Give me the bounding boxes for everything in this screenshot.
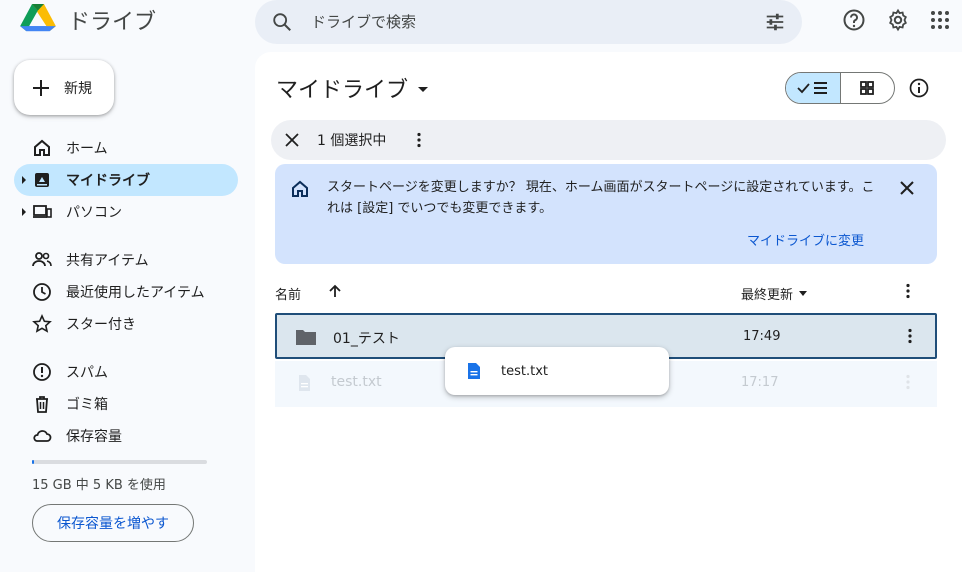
sidebar-item-label: スター付き bbox=[66, 317, 136, 333]
title-dropdown-icon bbox=[418, 87, 429, 92]
close-icon[interactable] bbox=[899, 180, 915, 196]
more-options-icon[interactable] bbox=[899, 373, 917, 391]
sort-arrow-up-icon[interactable] bbox=[327, 283, 343, 299]
selection-count: 1 個選択中 bbox=[317, 133, 387, 149]
column-name[interactable]: 名前 bbox=[275, 284, 301, 303]
help-icon[interactable] bbox=[842, 8, 866, 32]
search-input[interactable] bbox=[311, 13, 764, 31]
drive-logo[interactable]: ドライブ bbox=[20, 4, 156, 36]
folder-icon bbox=[296, 330, 316, 345]
sidebar-item-label: ホーム bbox=[66, 141, 108, 157]
info-icon[interactable] bbox=[909, 78, 929, 98]
more-options-icon[interactable] bbox=[901, 327, 919, 345]
sidebar-item-label: 保存容量 bbox=[66, 429, 122, 445]
sidebar-item-recent[interactable]: 最近使用したアイテム bbox=[14, 276, 238, 308]
change-to-my-drive-button[interactable]: マイドライブに変更 bbox=[747, 230, 864, 249]
file-list-header: 名前 最終更新 bbox=[275, 278, 937, 306]
trash-icon bbox=[36, 396, 48, 413]
drive-logo-icon bbox=[20, 4, 56, 32]
more-actions-icon[interactable] bbox=[410, 131, 428, 149]
home-icon bbox=[34, 139, 50, 156]
home-icon bbox=[292, 180, 308, 197]
column-modified[interactable]: 最終更新 bbox=[741, 284, 808, 303]
sidebar-item-computers[interactable]: パソコン bbox=[14, 196, 238, 228]
document-icon bbox=[299, 375, 310, 391]
sidebar-item-trash[interactable]: ゴミ箱 bbox=[14, 388, 238, 420]
expand-caret-icon[interactable] bbox=[22, 208, 26, 216]
storage-usage-fill bbox=[32, 460, 34, 464]
selection-toolbar: 1 個選択中 bbox=[271, 120, 946, 160]
sidebar-item-starred[interactable]: スター付き bbox=[14, 308, 238, 340]
apps-grid-icon[interactable] bbox=[928, 8, 952, 32]
settings-icon[interactable] bbox=[886, 8, 910, 32]
drag-file-name: test.txt bbox=[501, 363, 548, 379]
sidebar-item-label: パソコン bbox=[66, 205, 122, 221]
column-modified-label: 最終更新 bbox=[741, 288, 794, 303]
new-button[interactable]: 新規 bbox=[14, 60, 114, 115]
sidebar-item-my-drive[interactable]: マイドライブ bbox=[14, 164, 238, 196]
expand-caret-icon[interactable] bbox=[22, 176, 26, 184]
computer-icon bbox=[33, 205, 52, 218]
sidebar-item-storage[interactable]: 保存容量 bbox=[14, 420, 238, 452]
check-list-icon bbox=[797, 82, 827, 94]
grid-icon bbox=[860, 81, 875, 95]
storage-usage-text: 15 GB 中 5 KB を使用 bbox=[32, 478, 166, 493]
banner-message: スタートページを変更しますか？ 現在、ホーム画面がスタートページに設定されていま… bbox=[327, 180, 875, 216]
file-modified: 17:49 bbox=[743, 329, 781, 344]
list-view-button[interactable] bbox=[786, 73, 841, 103]
page-title-text: マイドライブ bbox=[276, 78, 409, 103]
document-icon bbox=[468, 363, 480, 379]
sidebar-item-label: 共有アイテム bbox=[66, 253, 149, 269]
spam-icon bbox=[33, 363, 51, 381]
sidebar-item-label: マイドライブ bbox=[66, 173, 150, 189]
sidebar-item-label: スパム bbox=[66, 365, 108, 381]
get-more-storage-button[interactable]: 保存容量を増やす bbox=[32, 504, 194, 542]
grid-view-button[interactable] bbox=[841, 73, 895, 103]
star-icon bbox=[32, 314, 52, 333]
sidebar-item-label: ゴミ箱 bbox=[66, 397, 108, 413]
my-drive-icon bbox=[35, 173, 49, 187]
sidebar-item-home[interactable]: ホーム bbox=[14, 132, 238, 164]
view-toggle bbox=[785, 72, 895, 104]
storage-usage-bar bbox=[32, 460, 207, 464]
app-name: ドライブ bbox=[68, 10, 157, 35]
clock-icon bbox=[33, 283, 51, 301]
page-title[interactable]: マイドライブ bbox=[276, 72, 429, 104]
file-name: 01_テスト bbox=[333, 331, 400, 347]
shared-icon bbox=[32, 252, 52, 267]
more-options-icon[interactable] bbox=[899, 282, 917, 300]
search-icon[interactable] bbox=[271, 11, 293, 33]
sidebar-item-spam[interactable]: スパム bbox=[14, 356, 238, 388]
cloud-icon bbox=[33, 430, 52, 442]
search-bar[interactable] bbox=[255, 0, 802, 44]
start-page-banner: スタートページを変更しますか？ 現在、ホーム画面がスタートページに設定されていま… bbox=[275, 164, 937, 264]
file-modified: 17:17 bbox=[741, 375, 779, 390]
sidebar-item-shared[interactable]: 共有アイテム bbox=[14, 244, 238, 276]
file-name: test.txt bbox=[331, 374, 382, 390]
drag-preview-chip[interactable]: test.txt bbox=[445, 347, 669, 395]
chevron-down-icon bbox=[799, 291, 808, 296]
plus-icon bbox=[33, 79, 49, 96]
search-options-icon[interactable] bbox=[764, 11, 786, 33]
main-content: マイドライブ 1 個選択中 スタートページを変更しますか？ 現在、ホーム画面がス… bbox=[255, 52, 962, 572]
new-button-label: 新規 bbox=[64, 80, 92, 97]
sidebar-item-label: 最近使用したアイテム bbox=[66, 285, 205, 301]
clear-selection-icon[interactable] bbox=[283, 131, 301, 149]
